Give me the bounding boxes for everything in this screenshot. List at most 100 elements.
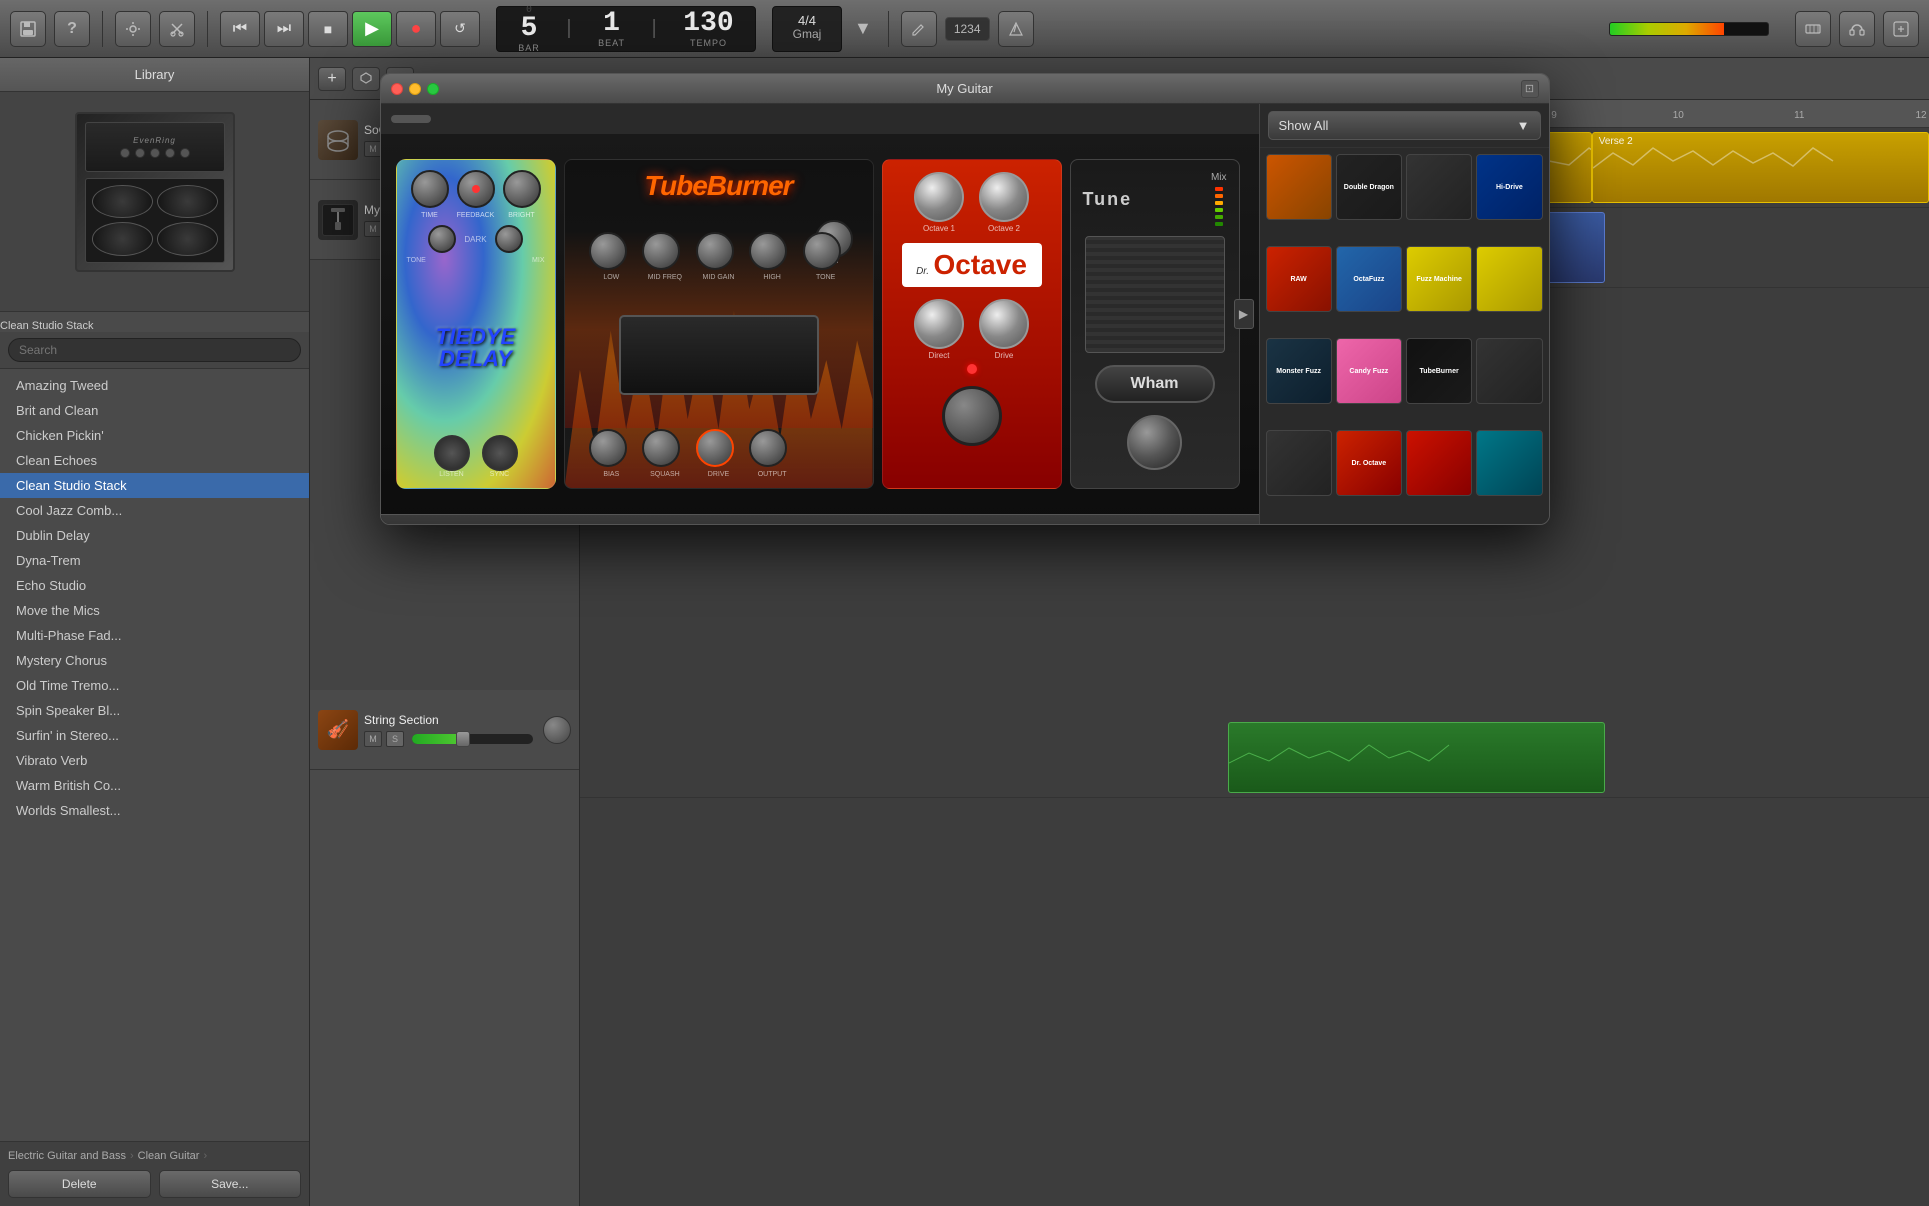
effect-thumb-eff6[interactable]: OctaFuzz bbox=[1336, 246, 1402, 312]
effect-thumb-eff1[interactable] bbox=[1266, 154, 1332, 220]
wham-treadle[interactable] bbox=[1085, 236, 1225, 353]
effect-thumb-eff12[interactable] bbox=[1476, 338, 1542, 404]
rewind-button[interactable]: ⏮ bbox=[220, 11, 260, 47]
effect-thumb-eff3[interactable] bbox=[1406, 154, 1472, 220]
show-all-button[interactable]: Show All ▼ bbox=[1268, 111, 1541, 140]
feedback-knob[interactable] bbox=[457, 170, 495, 208]
effect-thumb-eff7[interactable]: Fuzz Machine bbox=[1406, 246, 1472, 312]
droctave-label-box: Dr. Octave bbox=[902, 243, 1042, 287]
pencil-tool[interactable] bbox=[901, 11, 937, 47]
modal-title: My Guitar bbox=[391, 81, 1539, 96]
bias-knob[interactable] bbox=[589, 429, 627, 467]
midi-button[interactable] bbox=[1795, 11, 1831, 47]
pedal-scroll-right[interactable]: ▶ bbox=[1234, 299, 1254, 329]
effects-browser-header: Show All ▼ bbox=[1260, 104, 1549, 148]
output-knob[interactable] bbox=[749, 429, 787, 467]
led-indicator bbox=[967, 364, 977, 374]
pedal-dr-octave[interactable]: Octave 1 Octave 2 Dr. Octave bbox=[882, 159, 1062, 489]
effect-thumb-eff15[interactable] bbox=[1406, 430, 1472, 496]
effect-thumb-eff4[interactable]: Hi-Drive bbox=[1476, 154, 1542, 220]
drive-knob[interactable] bbox=[696, 429, 734, 467]
pedalboard-modal[interactable]: My Guitar ⊡ bbox=[380, 73, 1550, 525]
cut-button[interactable] bbox=[159, 11, 195, 47]
high-knob[interactable] bbox=[749, 232, 787, 270]
minimize-window-button[interactable] bbox=[409, 83, 421, 95]
modal-resize-button[interactable]: ⊡ bbox=[1521, 80, 1539, 98]
wham-mix-knob[interactable] bbox=[1127, 415, 1182, 470]
effect-thumb-eff10[interactable]: Candy Fuzz bbox=[1336, 338, 1402, 404]
master-level-meter bbox=[1609, 22, 1769, 36]
record-button[interactable]: ● bbox=[396, 11, 436, 47]
beat-display: 1 BEAT bbox=[598, 10, 625, 48]
play-button[interactable]: ▶ bbox=[352, 11, 392, 47]
pedal-tubeburner[interactable]: TubeBurner FAT bbox=[564, 159, 874, 489]
modal-titlebar: My Guitar ⊡ bbox=[381, 74, 1549, 104]
effect-thumb-eff8[interactable] bbox=[1476, 246, 1542, 312]
time-signature-display[interactable]: 4/4 Gmaj bbox=[772, 6, 842, 52]
transport-controls: ⏮ ⏭ ■ ▶ ● ↺ bbox=[220, 11, 480, 47]
mix-knob[interactable] bbox=[495, 225, 523, 253]
pedal-tiedye-delay[interactable]: TIME FEEDBACK BRIGHT DARK TONE MIX bbox=[396, 159, 556, 489]
stop-button[interactable]: ■ bbox=[308, 11, 348, 47]
divider-3 bbox=[888, 11, 889, 47]
effect-thumb-eff2[interactable]: Double Dragon bbox=[1336, 154, 1402, 220]
effect-thumb-eff14[interactable]: Dr. Octave bbox=[1336, 430, 1402, 496]
effect-thumb-eff9[interactable]: Monster Fuzz bbox=[1266, 338, 1332, 404]
octave2-knob[interactable] bbox=[979, 172, 1029, 222]
help-button[interactable]: ? bbox=[54, 11, 90, 47]
listen-button-tiedye[interactable] bbox=[434, 435, 470, 471]
bright-knob[interactable] bbox=[503, 170, 541, 208]
fast-forward-button[interactable]: ⏭ bbox=[264, 11, 304, 47]
pedalboard-footer-label: Pedalboard bbox=[381, 514, 1259, 524]
divider-1 bbox=[102, 11, 103, 47]
effects-browser: Show All ▼ Double Dragon Hi-Drive RAWOctaF… bbox=[1259, 104, 1549, 524]
position-display: 0 5 BAR | 1 BEAT | 130 TEMPO bbox=[496, 6, 756, 52]
bar-display: 0 5 BAR bbox=[518, 4, 540, 53]
divider-2 bbox=[207, 11, 208, 47]
midfreq-knob[interactable] bbox=[642, 232, 680, 270]
tiedye-main-label: TIEDYEDELAY bbox=[436, 326, 515, 370]
pedalboard-surface: TIME FEEDBACK BRIGHT DARK TONE MIX bbox=[381, 134, 1259, 514]
save-file-button[interactable] bbox=[10, 11, 46, 47]
pedalboard-handle bbox=[391, 115, 431, 123]
tubeburner-title: TubeBurner bbox=[644, 170, 792, 202]
cycle-button[interactable]: ↺ bbox=[440, 11, 480, 47]
main-toolbar: ? ⏮ ⏭ ■ ▶ ● ↺ bbox=[0, 0, 1929, 58]
close-window-button[interactable] bbox=[391, 83, 403, 95]
pedalboard-top-strip bbox=[381, 104, 1259, 134]
tempo-display: 130 TEMPO bbox=[683, 10, 733, 48]
drive-knob-dr[interactable] bbox=[979, 299, 1029, 349]
direct-knob[interactable] bbox=[914, 299, 964, 349]
pedalboard-main[interactable]: TIME FEEDBACK BRIGHT DARK TONE MIX bbox=[381, 104, 1259, 524]
pedal-wham[interactable]: Tune Mix bbox=[1070, 159, 1240, 489]
settings-button[interactable] bbox=[115, 11, 151, 47]
effect-thumb-eff16[interactable] bbox=[1476, 430, 1542, 496]
effect-thumb-eff13[interactable] bbox=[1266, 430, 1332, 496]
effects-grid: Double Dragon Hi-Drive RAWOctaFuzzFuzz Mac… bbox=[1260, 148, 1549, 524]
time-knob[interactable] bbox=[411, 170, 449, 208]
level-meter-fill bbox=[1610, 23, 1724, 35]
modal-body: TIME FEEDBACK BRIGHT DARK TONE MIX bbox=[381, 104, 1549, 524]
tone-knob[interactable] bbox=[428, 225, 456, 253]
squash-knob[interactable] bbox=[642, 429, 680, 467]
metronome-button[interactable] bbox=[998, 11, 1034, 47]
tone-knob-tb[interactable] bbox=[803, 232, 841, 270]
effect-thumb-eff11[interactable]: TubeBurner bbox=[1406, 338, 1472, 404]
octave1-knob[interactable] bbox=[914, 172, 964, 222]
modal-container: My Guitar ⊡ bbox=[0, 58, 1929, 1206]
dr-octave-footswitch[interactable] bbox=[942, 386, 1002, 446]
wham-main-button[interactable]: Wham bbox=[1095, 365, 1215, 403]
mix-indicator bbox=[1215, 187, 1223, 226]
effect-thumb-eff5[interactable]: RAW bbox=[1266, 246, 1332, 312]
note-number-display[interactable]: 1234 bbox=[945, 17, 990, 41]
midgain-knob[interactable] bbox=[696, 232, 734, 270]
dropdown-arrow[interactable]: ▼ bbox=[854, 18, 872, 39]
sync-button-tiedye[interactable] bbox=[482, 435, 518, 471]
headphones-button[interactable] bbox=[1839, 11, 1875, 47]
share-button[interactable] bbox=[1883, 11, 1919, 47]
low-knob[interactable] bbox=[589, 232, 627, 270]
traffic-lights bbox=[391, 83, 439, 95]
wham-tune-label: Tune bbox=[1083, 189, 1133, 210]
tb-footswitch-area[interactable] bbox=[619, 315, 819, 395]
maximize-window-button[interactable] bbox=[427, 83, 439, 95]
